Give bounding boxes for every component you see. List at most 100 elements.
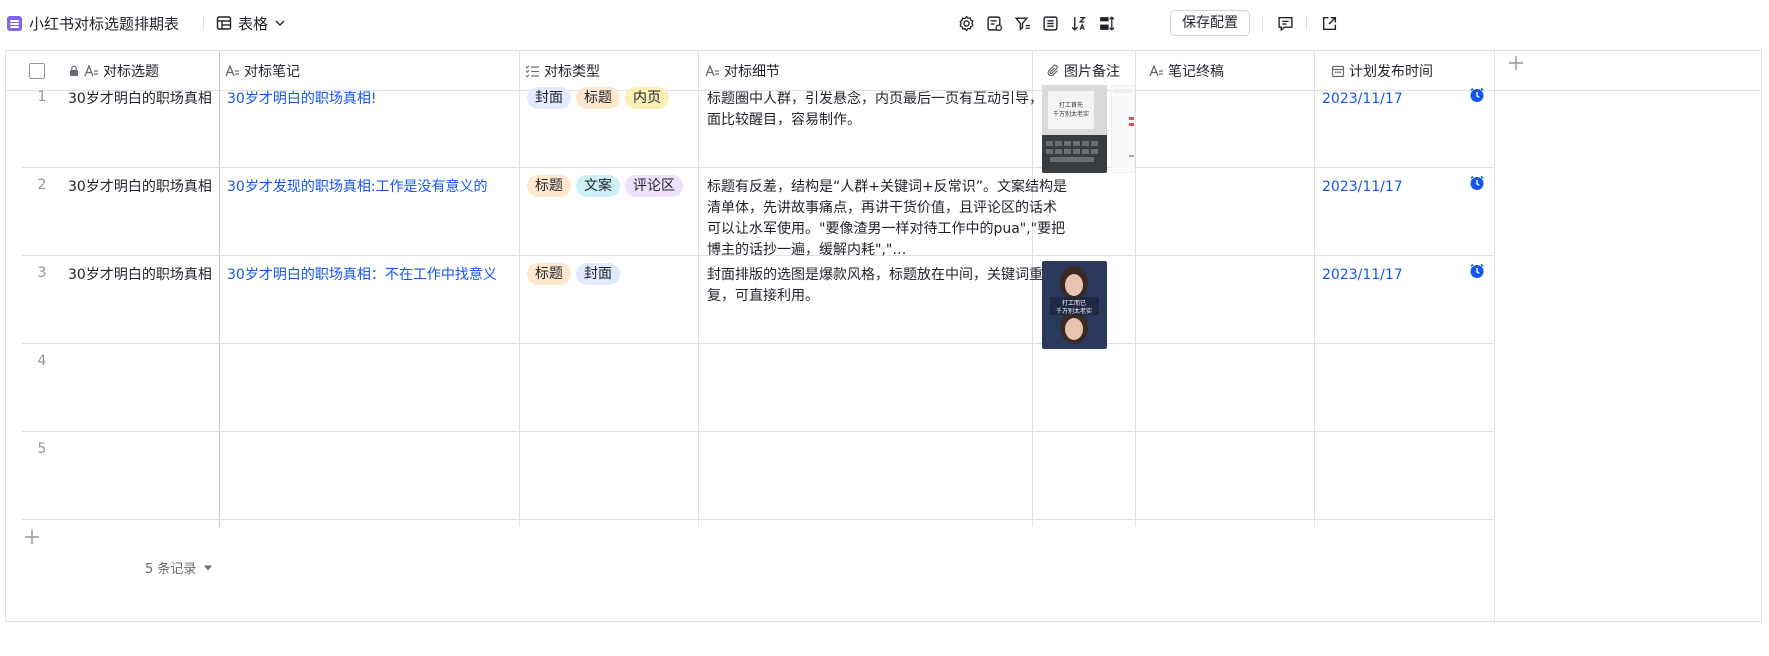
text-field-icon (84, 63, 98, 76)
note-link[interactable]: 30岁才明白的职场真相! (227, 89, 515, 110)
field-config-button[interactable] (980, 10, 1008, 36)
column-label: 对标笔记 (244, 63, 300, 80)
row-number[interactable]: 5 (17, 441, 67, 457)
row-number[interactable]: 4 (17, 353, 67, 369)
topic-cell[interactable]: 30岁才明白的职场真相 (68, 265, 216, 286)
column-label: 对标类型 (544, 63, 600, 80)
table-app-icon (7, 16, 22, 31)
frozen-column-divider (219, 51, 220, 527)
record-count-label: 5 条记录 (145, 562, 197, 577)
tag: 标题 (527, 263, 571, 285)
record-count[interactable]: 5 条记录 (145, 558, 213, 577)
alarm-clock-icon[interactable] (1469, 87, 1485, 103)
attachment-thumbnail[interactable] (1111, 85, 1135, 173)
tag: 内页 (625, 87, 669, 109)
tag: 封面 (527, 87, 571, 109)
row-number[interactable]: 1 (17, 89, 67, 105)
row-divider (22, 167, 1495, 168)
column-header-detail[interactable]: 对标细节 (705, 51, 1025, 91)
add-column-icon[interactable] (1506, 53, 1526, 73)
row-number[interactable]: 2 (17, 177, 67, 193)
toolbar-divider-2 (1306, 16, 1307, 30)
share-button[interactable] (1315, 10, 1343, 36)
image-preview: 打工而已 千万别太老实 (1042, 261, 1107, 349)
tag: 标题 (527, 175, 571, 197)
table-title[interactable]: 小红书对标选题排期表 (29, 13, 179, 34)
grid-view-icon (216, 16, 232, 30)
column-label: 对标细节 (724, 63, 780, 80)
detail-cell[interactable]: 标题有反差，结构是“人群+关键词+反常识”。文案结构是清单体，先讲故事痛点，再讲… (707, 177, 1069, 261)
settings-button[interactable] (952, 10, 980, 36)
topic-cell[interactable]: 30岁才明白的职场真相 (68, 89, 216, 110)
attachment-thumbnail[interactable]: 打工首先 千万别太老实 (1042, 85, 1107, 173)
share-icon (1322, 16, 1336, 30)
note-link[interactable]: 30岁才明白的职场真相：不在工作中找意义 (227, 265, 515, 286)
sort-button[interactable] (1064, 10, 1092, 36)
detail-cell[interactable]: 标题圈中人群，引发悬念，内页最后一页有互动引导，封面比较醒目，容易制作。 (707, 89, 1069, 131)
row-divider (22, 343, 1495, 344)
view-label: 表格 (238, 14, 269, 33)
column-label: 笔记终稿 (1168, 63, 1224, 80)
caret-down-icon (204, 565, 213, 570)
comment-button[interactable] (1271, 10, 1299, 36)
note-link[interactable]: 30岁才发现的职场真相:工作是没有意义的 (227, 177, 515, 198)
svg-text:千万别太老实: 千万别太老实 (1053, 110, 1089, 118)
row-height-button[interactable] (1092, 10, 1120, 36)
image-preview (1111, 85, 1135, 173)
field-config-icon (986, 15, 1002, 31)
svg-text:打工首先: 打工首先 (1059, 101, 1083, 109)
column-header-final[interactable]: 笔记终稿 (1149, 51, 1319, 91)
filter-button[interactable] (1008, 10, 1036, 36)
data-grid: 对标选题 对标笔记 对标类型 对标细节 图片备注 笔记终稿 计划发布时间 1 3… (5, 50, 1762, 622)
column-divider (1135, 51, 1136, 527)
column-header-date[interactable]: 计划发布时间 (1331, 51, 1501, 91)
tag: 评论区 (625, 175, 683, 197)
toolbar-actions (952, 10, 1120, 36)
type-tags[interactable]: 标题 文案 评论区 (527, 175, 683, 197)
view-switcher[interactable]: 表格 (216, 11, 286, 35)
publish-date[interactable]: 2023/11/17 (1322, 265, 1462, 286)
chevron-down-icon (275, 20, 285, 26)
tag: 封面 (576, 263, 620, 285)
column-divider (1314, 51, 1315, 527)
save-config-button[interactable]: 保存配置 (1170, 10, 1250, 36)
type-tags[interactable]: 标题 封面 (527, 263, 620, 285)
multi-select-icon (525, 64, 539, 77)
svg-text:千万别太老实: 千万别太老实 (1056, 307, 1092, 315)
filter-icon (1014, 16, 1030, 31)
attachment-thumbnail[interactable]: 打工而已 千万别太老实 (1042, 261, 1107, 349)
column-header-topic[interactable]: 对标选题 (68, 51, 218, 91)
alarm-clock-icon[interactable] (1469, 263, 1485, 279)
publish-date[interactable]: 2023/11/17 (1322, 177, 1462, 198)
column-header-type[interactable]: 对标类型 (525, 51, 695, 91)
row-divider (22, 519, 1495, 520)
column-header-note[interactable]: 对标笔记 (225, 51, 515, 91)
settings-icon (958, 15, 974, 31)
row-number[interactable]: 3 (17, 265, 67, 281)
image-preview: 打工首先 千万别太老实 (1042, 85, 1107, 173)
column-label: 对标选题 (103, 63, 159, 80)
tag: 标题 (576, 87, 620, 109)
type-tags[interactable]: 封面 标题 内页 (527, 87, 669, 109)
column-divider (519, 51, 520, 527)
alarm-clock-icon[interactable] (1469, 175, 1485, 191)
add-row-icon[interactable] (22, 527, 42, 547)
top-toolbar: 小红书对标选题排期表 表格 保存配置 (0, 0, 1769, 46)
column-label: 计划发布时间 (1349, 63, 1433, 80)
text-field-icon (705, 63, 719, 76)
publish-date[interactable]: 2023/11/17 (1322, 89, 1462, 110)
checkbox-icon (29, 62, 45, 79)
row-divider (22, 431, 1495, 432)
calendar-icon (1331, 65, 1345, 77)
detail-cell[interactable]: 封面排版的选图是爆款风格，标题放在中间，关键词重复，可直接利用。 (707, 265, 1069, 307)
svg-text:打工而已: 打工而已 (1062, 299, 1086, 307)
group-icon (1042, 15, 1058, 31)
group-button[interactable] (1036, 10, 1064, 36)
row-height-icon (1099, 15, 1114, 31)
lock-icon (70, 65, 78, 76)
comment-icon (1277, 16, 1293, 31)
tag: 文案 (576, 175, 620, 197)
topic-cell[interactable]: 30岁才明白的职场真相 (68, 177, 216, 198)
select-all-checkbox[interactable] (29, 51, 49, 91)
toolbar-divider (1262, 16, 1263, 30)
